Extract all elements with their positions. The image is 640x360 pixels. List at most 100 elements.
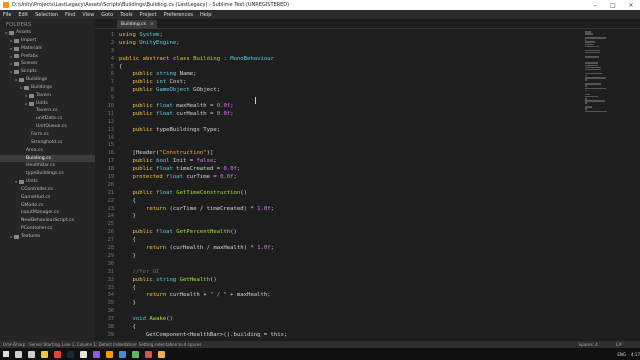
app-icon[interactable]: [145, 350, 152, 358]
code-token: return: [145, 245, 167, 252]
folder-icon: [14, 38, 19, 43]
file-item[interactable]: Farm.cs: [0, 131, 95, 139]
task-view-icon[interactable]: [28, 350, 35, 358]
file-item[interactable]: Stronghold.cs: [0, 139, 95, 147]
indentation-setting[interactable]: Spaces: 4: [578, 342, 597, 347]
code-line: using System;: [119, 32, 579, 40]
clock[interactable]: 4:17: [631, 352, 640, 357]
menu-view[interactable]: View: [82, 12, 94, 18]
visual-studio-icon[interactable]: [93, 350, 100, 358]
file-item[interactable]: GMode.cs: [0, 202, 95, 210]
minimize-icon[interactable]: –: [586, 0, 604, 10]
file-item[interactable]: Tavern.cs: [0, 107, 95, 115]
windows-taskbar: ENG 4:17: [0, 348, 640, 360]
app-icon[interactable]: [158, 350, 165, 358]
code-line: public string GetHealth(): [119, 277, 579, 285]
folder-item[interactable]: ▸ Assets: [0, 29, 95, 37]
tree-item-label: GameHud.cs: [21, 194, 51, 200]
menu-find[interactable]: Find: [65, 12, 75, 18]
file-item[interactable]: HealthBar.cs: [0, 162, 95, 170]
line-number: 20: [107, 181, 114, 188]
file-item[interactable]: CController.cs: [0, 186, 95, 194]
code-token: float: [156, 103, 173, 110]
line-number: 10: [107, 103, 114, 110]
minimap-line: [585, 37, 606, 39]
line-number: 35: [107, 300, 114, 307]
folder-item[interactable]: ▸ Textures: [0, 233, 95, 241]
search-icon[interactable]: [15, 350, 22, 358]
folder-item[interactable]: ▸ Buildings: [0, 84, 95, 92]
file-item[interactable]: unitData.cs: [0, 115, 95, 123]
code-token: curHealth =: [172, 110, 217, 117]
tree-item-label: Scenes: [21, 61, 38, 67]
code-token: string: [156, 71, 177, 78]
code-token: bool: [156, 158, 170, 165]
line-number: 6: [110, 71, 114, 78]
folder-icon: [19, 77, 24, 82]
code-line: public float timeCreated = 0.0f;: [119, 166, 579, 174]
folder-item[interactable]: ▸ Import: [0, 37, 95, 45]
start-button[interactable]: [0, 348, 12, 360]
file-item[interactable]: NewBehaviourScript.cs: [0, 217, 95, 225]
folder-item[interactable]: ▸ Units: [0, 100, 95, 108]
menu-selection[interactable]: Selection: [35, 12, 58, 18]
explorer-icon[interactable]: [41, 350, 48, 358]
code-token: (): [166, 316, 173, 323]
folder-item[interactable]: ▸ Materials: [0, 45, 95, 53]
tab-building-cs[interactable]: Building.cs ×: [117, 20, 157, 29]
tree-item-label: NewBehaviourScript.cs: [21, 218, 75, 224]
code-area[interactable]: using System; using UnityEngine; public a…: [119, 32, 579, 340]
folder-item[interactable]: ▸ Units: [0, 178, 95, 186]
menu-preferences[interactable]: Preferences: [164, 12, 193, 18]
file-item[interactable]: GameHud.cs: [0, 194, 95, 202]
menu-tools[interactable]: Tools: [120, 12, 132, 18]
folder-item[interactable]: ▸ Buildings: [0, 76, 95, 84]
unity-icon[interactable]: [80, 350, 87, 358]
folder-item[interactable]: ▸ Scripts: [0, 68, 95, 76]
code-token: float: [166, 174, 184, 181]
file-item[interactable]: InputManager.cs: [0, 209, 95, 217]
sublime-app-icon: [3, 2, 9, 8]
code-line: public float GetTimeConstruction(): [119, 190, 579, 198]
app-icon[interactable]: [132, 350, 139, 358]
tab-close-icon[interactable]: ×: [150, 22, 154, 27]
sublime-icon[interactable]: [106, 350, 113, 358]
folder-item[interactable]: ▸ Tavern: [0, 92, 95, 100]
file-item[interactable]: typeBuildings.cs: [0, 170, 95, 178]
close-icon[interactable]: ×: [622, 0, 640, 10]
line-number: 16: [107, 150, 114, 157]
app-icon[interactable]: [119, 350, 126, 358]
syntax-setting[interactable]: C#: [616, 342, 622, 347]
line-number: 31: [107, 268, 114, 275]
menu-project[interactable]: Project: [140, 12, 157, 18]
code-line: public float GetPercentHealth(): [119, 229, 579, 237]
line-number: 15: [107, 142, 114, 149]
code-line: {: [119, 198, 579, 206]
file-item[interactable]: PController.cs: [0, 225, 95, 233]
menu-edit[interactable]: Edit: [18, 12, 28, 18]
language-indicator[interactable]: ENG: [617, 352, 626, 357]
vertical-scrollbar[interactable]: [635, 29, 640, 341]
tree-item-label: UnitQueue.cs: [36, 124, 67, 130]
folder-item[interactable]: ▸ Scenes: [0, 60, 95, 68]
code-token: return: [145, 205, 167, 212]
file-item[interactable]: Building.cs: [0, 154, 95, 163]
code-editor[interactable]: 1 2 3 4 5 6 7 8 9 10 11 12 13 14 15 16 17 18 19 20 21 22 23 24 2…: [95, 29, 640, 341]
steam-icon[interactable]: [67, 350, 74, 358]
file-item[interactable]: UnitQueue.cs: [0, 123, 95, 131]
menu-help[interactable]: Help: [200, 12, 211, 18]
menu-goto[interactable]: Goto: [101, 12, 113, 18]
menu-file[interactable]: File: [3, 12, 11, 18]
code-token: //for UI: [132, 268, 160, 275]
maximize-icon[interactable]: □: [604, 0, 622, 10]
folder-item[interactable]: ▸ Prefabs: [0, 53, 95, 61]
code-token: GetComponent<HealthBar>().building = thi…: [119, 331, 288, 338]
line-number: 12: [107, 118, 114, 125]
minimap[interactable]: [585, 31, 607, 113]
file-item[interactable]: Area.cs: [0, 147, 95, 155]
code-line: public float maxHealth = 0.0f;: [119, 103, 579, 111]
chrome-icon[interactable]: [54, 350, 61, 358]
